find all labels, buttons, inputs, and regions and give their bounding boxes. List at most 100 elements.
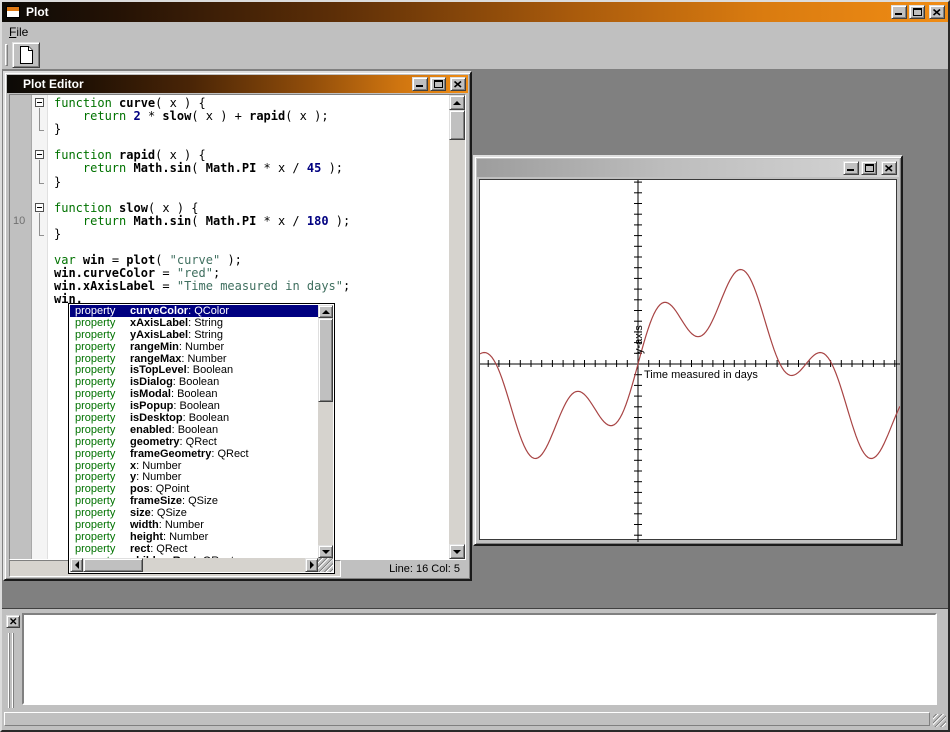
fold-scope-end bbox=[39, 235, 44, 236]
completion-item[interactable]: propertyenabled : Boolean bbox=[70, 424, 318, 436]
line-col-status: Line: 16 Col: 5 bbox=[341, 560, 466, 577]
code-line: win.xAxisLabel = "Time measured in days"… bbox=[54, 280, 449, 293]
scrollbar-thumb[interactable] bbox=[449, 110, 465, 140]
maximize-icon bbox=[865, 164, 874, 172]
plot-close-button[interactable] bbox=[881, 161, 897, 175]
fold-scope-end bbox=[39, 130, 44, 131]
scrollbar-thumb[interactable] bbox=[83, 558, 143, 572]
editor-close-button[interactable] bbox=[450, 77, 466, 91]
plot-minimize-button[interactable] bbox=[843, 161, 859, 175]
editor-vertical-scrollbar[interactable] bbox=[449, 95, 465, 559]
editor-maximize-button[interactable] bbox=[430, 77, 446, 91]
main-title-bar[interactable]: Plot bbox=[2, 2, 948, 22]
fold-collapse-icon[interactable] bbox=[35, 150, 44, 159]
close-icon bbox=[933, 9, 941, 16]
completion-item[interactable]: propertyheight : Number bbox=[70, 531, 318, 543]
arrow-up-icon bbox=[322, 310, 330, 314]
scrollbar-thumb[interactable] bbox=[318, 318, 333, 402]
app-icon[interactable] bbox=[6, 6, 20, 18]
completion-item[interactable]: propertywidth : Number bbox=[70, 519, 318, 531]
close-icon bbox=[10, 618, 17, 625]
plot-area: Time measured in days y-axis bbox=[479, 179, 897, 540]
new-document-icon bbox=[18, 46, 34, 64]
completion-item[interactable]: propertyrangeMin : Number bbox=[70, 341, 318, 353]
code-line: } bbox=[54, 228, 449, 241]
toolbar-handle[interactable] bbox=[5, 44, 8, 66]
completion-popup: propertycurveColor : QColorpropertyxAxis… bbox=[68, 303, 335, 574]
completion-item[interactable]: propertysize : QSize bbox=[70, 507, 318, 519]
dock-close-button[interactable] bbox=[6, 615, 20, 628]
app-window: Plot File bbox=[0, 0, 950, 732]
completion-item[interactable]: propertyisDialog : Boolean bbox=[70, 376, 318, 388]
arrow-left-icon bbox=[75, 561, 79, 569]
completion-item[interactable]: propertyisDesktop : Boolean bbox=[70, 412, 318, 424]
fold-scope-end bbox=[39, 183, 44, 184]
plot-maximize-button[interactable] bbox=[861, 161, 877, 175]
popup-resize-grip[interactable] bbox=[318, 558, 333, 572]
close-button[interactable] bbox=[929, 5, 945, 19]
arrow-right-icon bbox=[310, 561, 314, 569]
completion-item[interactable]: propertygeometry : QRect bbox=[70, 436, 318, 448]
code-line: } bbox=[54, 176, 449, 189]
completion-list[interactable]: propertycurveColor : QColorpropertyxAxis… bbox=[70, 305, 318, 558]
completion-item[interactable]: propertyframeSize : QSize bbox=[70, 495, 318, 507]
minimize-icon bbox=[416, 85, 423, 87]
popup-horizontal-scrollbar[interactable] bbox=[70, 558, 318, 572]
completion-item[interactable]: propertyrangeMax : Number bbox=[70, 353, 318, 365]
menu-bar: File bbox=[2, 22, 948, 41]
scroll-right-button[interactable] bbox=[305, 558, 318, 572]
maximize-icon bbox=[434, 80, 443, 88]
editor-window-title: Plot Editor bbox=[23, 77, 84, 91]
maximize-icon bbox=[913, 8, 922, 16]
completion-item[interactable]: propertyrect : QRect bbox=[70, 543, 318, 555]
menu-item-file[interactable]: File bbox=[2, 23, 35, 41]
output-dock bbox=[2, 608, 948, 708]
completion-item[interactable]: propertyxAxisLabel : String bbox=[70, 317, 318, 329]
plot-window-title-bar[interactable] bbox=[477, 159, 899, 177]
y-axis-label: y-axis bbox=[633, 325, 645, 354]
line-number-10: 10 bbox=[13, 215, 25, 227]
new-file-button[interactable] bbox=[12, 42, 40, 68]
completion-item[interactable]: propertyisTopLevel : Boolean bbox=[70, 364, 318, 376]
x-axis-label: Time measured in days bbox=[644, 369, 758, 381]
code-line: return Math.sin( Math.PI * x / 180 ); bbox=[54, 215, 449, 228]
close-icon bbox=[454, 81, 462, 88]
minimize-icon bbox=[847, 169, 854, 171]
completion-item[interactable]: propertyframeGeometry : QRect bbox=[70, 448, 318, 460]
minimize-button[interactable] bbox=[891, 5, 907, 19]
toolbar bbox=[2, 41, 948, 69]
close-icon bbox=[885, 165, 893, 172]
editor-title-bar[interactable]: Plot Editor bbox=[7, 75, 468, 93]
code-line: return Math.sin( Math.PI * x / 45 ); bbox=[54, 162, 449, 175]
completion-item[interactable]: propertyisPopup : Boolean bbox=[70, 400, 318, 412]
plot-window: Time measured in days y-axis bbox=[473, 155, 903, 546]
maximize-button[interactable] bbox=[909, 5, 925, 19]
scroll-up-button[interactable] bbox=[318, 305, 333, 318]
arrow-down-icon bbox=[453, 550, 461, 554]
popup-vertical-scrollbar[interactable] bbox=[318, 305, 333, 558]
completion-item[interactable]: propertypos : QPoint bbox=[70, 483, 318, 495]
completion-item[interactable]: propertyx : Number bbox=[70, 460, 318, 472]
scroll-down-button[interactable] bbox=[318, 545, 333, 558]
output-text-area[interactable] bbox=[22, 613, 937, 705]
editor-minimize-button[interactable] bbox=[412, 77, 428, 91]
main-status-bar bbox=[2, 708, 948, 730]
completion-item[interactable]: propertyy : Number bbox=[70, 471, 318, 483]
code-line: } bbox=[54, 123, 449, 136]
scroll-left-button[interactable] bbox=[70, 558, 83, 572]
completion-item[interactable]: propertycurveColor : QColor bbox=[70, 305, 318, 317]
status-message-panel bbox=[4, 712, 930, 726]
main-window-title: Plot bbox=[26, 5, 49, 19]
completion-item[interactable]: propertyisModal : Boolean bbox=[70, 388, 318, 400]
scroll-down-button[interactable] bbox=[449, 544, 465, 559]
arrow-down-icon bbox=[322, 550, 330, 554]
minimize-icon bbox=[895, 13, 902, 15]
line-number-gutter: 10 bbox=[10, 95, 32, 559]
scroll-up-button[interactable] bbox=[449, 95, 465, 110]
resize-grip-icon[interactable] bbox=[933, 714, 946, 727]
fold-collapse-icon[interactable] bbox=[35, 203, 44, 212]
completion-item[interactable]: propertyyAxisLabel : String bbox=[70, 329, 318, 341]
dock-drag-handle[interactable] bbox=[8, 633, 15, 709]
menu-file-rest: ile bbox=[16, 25, 28, 39]
fold-collapse-icon[interactable] bbox=[35, 98, 44, 107]
